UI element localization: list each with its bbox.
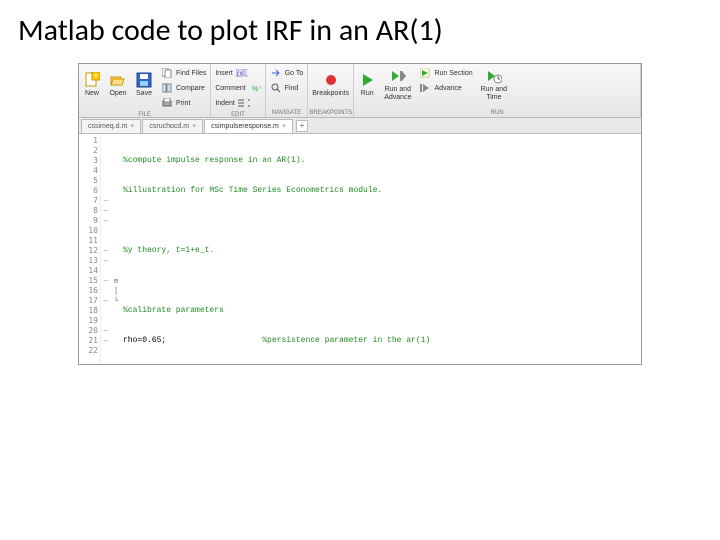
svg-text:+: + [94, 72, 99, 80]
compare-label: Compare [176, 85, 205, 92]
print-icon [161, 97, 173, 109]
comment-label: Comment [215, 85, 245, 92]
slide-title: Matlab code to plot IRF in an AR(1) [18, 12, 702, 49]
save-button[interactable]: Save [131, 64, 157, 104]
svg-text:%: % [252, 86, 258, 92]
find-label: Find [285, 85, 299, 92]
new-button[interactable]: + New [79, 64, 105, 104]
indent-icon [238, 97, 250, 109]
run-advance-label: Run and Advance [384, 86, 411, 101]
file-tab-2-label: csruchocd.m [149, 123, 189, 130]
file-tab-3-label: csimpulseresponse.m [211, 123, 279, 130]
toolbar-group-edit: Insert ƒx Comment %%⇄ Indent EDIT [211, 64, 265, 117]
findfiles-icon [161, 67, 173, 79]
file-tab-3[interactable]: csimpulseresponse.m× [204, 119, 293, 133]
breakpoints-label: Breakpoints [312, 90, 349, 98]
group-label-breakpoints: BREAKPOINTS [308, 110, 353, 117]
goto-button[interactable]: Go To [268, 66, 306, 80]
runsection-button[interactable]: Run Section [417, 66, 474, 80]
run-time-icon [485, 67, 503, 85]
file-tab-2[interactable]: csruchocd.m× [142, 119, 203, 133]
line-number-gutter: 12345678910111213141516171819202122 [79, 134, 101, 364]
svg-text:ƒx: ƒx [236, 71, 242, 77]
open-button[interactable]: Open [105, 64, 131, 104]
file-tab-1[interactable]: cssimeq.d.m× [81, 119, 141, 133]
print-label: Print [176, 100, 190, 107]
advance-label: Advance [434, 85, 461, 92]
run-label: Run [361, 90, 374, 98]
breakpoints-icon [322, 71, 340, 89]
breakpoints-button[interactable]: Breakpoints [308, 64, 353, 104]
toolbar-group-file: + New Open Save [79, 64, 211, 117]
print-button[interactable]: Print [159, 96, 208, 110]
find-icon [270, 82, 282, 94]
save-label: Save [136, 90, 152, 98]
open-icon [109, 71, 127, 89]
run-button[interactable]: Run [354, 64, 380, 104]
group-label-run: RUN [354, 110, 640, 117]
open-label: Open [109, 90, 126, 98]
new-label: New [85, 90, 99, 98]
runsection-label: Run Section [434, 70, 472, 77]
executable-line-gutter: ––––––––– [101, 134, 111, 364]
indent-button[interactable]: Indent [213, 96, 262, 110]
run-advance-button[interactable]: Run and Advance [380, 64, 415, 104]
close-icon[interactable]: × [192, 123, 196, 130]
toolbar-group-navigate: Go To Find NAVIGATE [266, 64, 309, 117]
new-icon: + [83, 71, 101, 89]
toolbar-group-run: Run Run and Advance Run Section Ad [354, 64, 641, 117]
close-icon[interactable]: × [282, 123, 286, 130]
toolbar-group-breakpoints: Breakpoints BREAKPOINTS [308, 64, 354, 117]
code-text[interactable]: %compute impulse response in an AR(1). %… [121, 134, 641, 364]
compare-button[interactable]: Compare [159, 81, 208, 95]
insert-label: Insert [215, 70, 233, 77]
file-tabstrip: cssimeq.d.m× csruchocd.m× csimpulserespo… [79, 118, 641, 134]
advance-icon [419, 82, 431, 94]
runsection-icon [419, 67, 431, 79]
insert-button[interactable]: Insert ƒx [213, 66, 262, 80]
file-tab-1-label: cssimeq.d.m [88, 123, 127, 130]
goto-icon [270, 67, 282, 79]
run-time-label: Run and Time [481, 86, 507, 101]
compare-icon [161, 82, 173, 94]
find-button[interactable]: Find [268, 81, 306, 95]
svg-text:%: % [260, 86, 261, 92]
add-tab-button[interactable]: + [296, 120, 308, 132]
matlab-editor-window: + New Open Save [78, 63, 642, 365]
indent-label: Indent [215, 100, 234, 107]
findfiles-label: Find Files [176, 70, 206, 77]
close-icon[interactable]: × [130, 123, 134, 130]
insert-icon: ƒx [236, 67, 248, 79]
code-editor[interactable]: 12345678910111213141516171819202122 ––––… [79, 134, 641, 364]
comment-icon: %%⇄ [249, 82, 261, 94]
group-label-navigate: NAVIGATE [266, 110, 308, 117]
findfiles-button[interactable]: Find Files [159, 66, 208, 80]
run-time-button[interactable]: Run and Time [477, 64, 511, 104]
run-icon [358, 71, 376, 89]
advance-button[interactable]: Advance [417, 81, 474, 95]
toolbar-ribbon: + New Open Save [79, 64, 641, 118]
run-advance-icon [389, 67, 407, 85]
goto-label: Go To [285, 70, 304, 77]
comment-button[interactable]: Comment %%⇄ [213, 81, 262, 95]
save-icon [135, 71, 153, 89]
fold-gutter: ⊟│└ [111, 134, 121, 364]
